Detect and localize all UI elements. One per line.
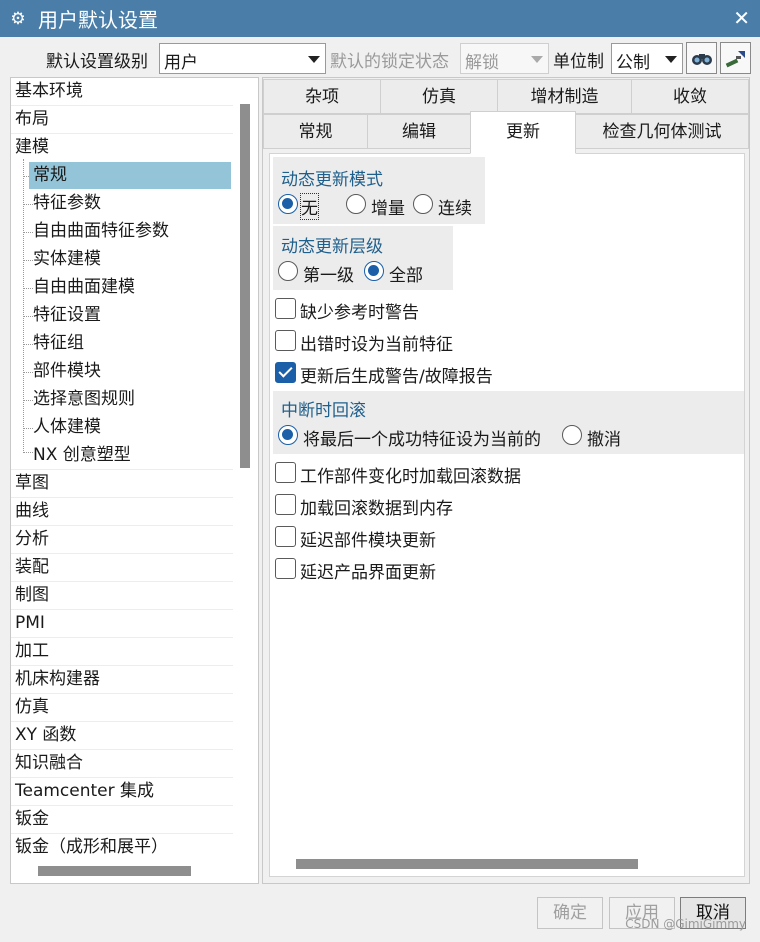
window-title: 用户默认设置 (38, 8, 158, 32)
dynamic-level-title: 动态更新层级 (281, 237, 383, 257)
rollback-title: 中断时回滚 (281, 401, 366, 421)
dynamic-mode-none-label: 无 (300, 193, 319, 220)
load-rollback-on-change-checkbox[interactable] (275, 462, 296, 483)
generate-report-checkbox[interactable] (275, 362, 296, 383)
tab-update[interactable]: 更新 (470, 111, 576, 154)
rollback-group: 中断时回滚 将最后一个成功特征设为当前的 撤消 (273, 391, 744, 454)
dynamic-mode-incremental-label: 增量 (371, 199, 405, 219)
tools-icon (725, 51, 745, 68)
settings-toolbar: 默认设置级别 用户 默认的锁定状态 解锁 单位制 公制 (0, 42, 760, 74)
dynamic-mode-incremental-radio[interactable] (346, 194, 366, 214)
lock-select[interactable]: 解锁 (460, 43, 549, 74)
tree-item-feature-group[interactable]: 特征组 (29, 330, 231, 357)
lock-select-value: 解锁 (465, 53, 499, 73)
tab-misc[interactable]: 杂项 (263, 79, 381, 114)
tree-item-feature-settings[interactable]: 特征设置 (29, 302, 231, 329)
tree-item-part-module[interactable]: 部件模块 (29, 358, 231, 385)
generate-report-label: 更新后生成警告/故障报告 (300, 367, 493, 387)
tree-item-manufacturing[interactable]: 加工 (11, 638, 233, 665)
set-current-on-error-label: 出错时设为当前特征 (300, 335, 453, 355)
level-select-value: 用户 (164, 53, 198, 73)
chevron-down-icon (665, 56, 677, 63)
delay-part-module-update-checkbox[interactable] (275, 526, 296, 547)
binoculars-icon (691, 54, 712, 65)
watermark: CSDN @GimiGimmy (625, 917, 746, 931)
tree-item-simulation[interactable]: 仿真 (11, 694, 233, 721)
tab-edit[interactable]: 编辑 (367, 114, 471, 149)
load-rollback-to-memory-label: 加载回滚数据到内存 (300, 499, 453, 519)
tree-item-analysis[interactable]: 分析 (11, 526, 233, 553)
ok-button[interactable]: 确定 (537, 897, 603, 929)
gear-icon: ⚙ (10, 8, 26, 29)
tree-item-basic-env[interactable]: 基本环境 (11, 78, 233, 105)
dynamic-mode-continuous-label: 连续 (438, 199, 472, 219)
tree-item-sheet-metal-form[interactable]: 钣金（成形和展平） (11, 834, 233, 861)
tree-item-freeform-modeling[interactable]: 自由曲面建模 (29, 274, 231, 301)
tree-item-sheet-metal[interactable]: 钣金 (11, 806, 233, 833)
dynamic-level-all-label: 全部 (389, 266, 423, 286)
update-tab-content: 动态更新模式 无 增量 连续 动态更新层级 第一级 全部 缺少参考时警告 出错时… (269, 153, 745, 877)
rollback-undo-label: 撤消 (587, 430, 621, 450)
load-rollback-on-change-label: 工作部件变化时加载回滚数据 (300, 467, 521, 487)
set-current-on-error-checkbox[interactable] (275, 330, 296, 351)
unit-select[interactable]: 公制 (611, 43, 683, 74)
tab-geometry-check[interactable]: 检查几何体测试 (575, 114, 749, 149)
tree-item-knowledge-fusion[interactable]: 知识融合 (11, 750, 233, 777)
title-bar: ⚙ 用户默认设置 ✕ (0, 0, 760, 37)
tree-item-machine-builder[interactable]: 机床构建器 (11, 666, 233, 693)
tree-item-solid-modeling[interactable]: 实体建模 (29, 246, 231, 273)
tree-item-curve[interactable]: 曲线 (11, 498, 233, 525)
close-icon[interactable]: ✕ (733, 6, 750, 30)
tree-item-layout[interactable]: 布局 (11, 106, 233, 133)
dynamic-level-all-radio[interactable] (364, 261, 384, 281)
tree-item-nx-realize-shape[interactable]: NX 创意塑型 (29, 442, 231, 469)
rollback-set-current-radio[interactable] (278, 425, 298, 445)
dynamic-level-first-label: 第一级 (303, 266, 354, 286)
tree-item-feature-params[interactable]: 特征参数 (29, 190, 231, 217)
unit-label: 单位制 (553, 52, 604, 72)
chevron-down-icon (531, 56, 543, 63)
warn-missing-ref-checkbox[interactable] (275, 298, 296, 319)
delay-product-interface-update-label: 延迟产品界面更新 (300, 563, 436, 583)
rollback-undo-radio[interactable] (562, 425, 582, 445)
content-horizontal-scrollbar[interactable] (296, 859, 638, 869)
lock-label: 默认的锁定状态 (330, 52, 449, 72)
delay-part-module-update-label: 延迟部件模块更新 (300, 531, 436, 551)
dynamic-mode-continuous-radio[interactable] (413, 194, 433, 214)
dynamic-level-group: 动态更新层级 第一级 全部 (273, 226, 453, 290)
tree-item-human-modeling[interactable]: 人体建模 (29, 414, 231, 441)
delay-product-interface-update-checkbox[interactable] (275, 558, 296, 579)
load-rollback-to-memory-checkbox[interactable] (275, 494, 296, 515)
unit-select-value: 公制 (616, 53, 650, 73)
tree-item-modeling[interactable]: 建模 (11, 134, 233, 161)
rollback-set-current-label: 将最后一个成功特征设为当前的 (303, 430, 541, 450)
dynamic-mode-none-radio[interactable] (278, 194, 298, 214)
warn-missing-ref-label: 缺少参考时警告 (300, 303, 419, 323)
manage-defaults-button[interactable] (720, 42, 751, 74)
tree-item-drafting[interactable]: 制图 (11, 582, 233, 609)
tree-item-teamcenter[interactable]: Teamcenter 集成 (11, 778, 233, 805)
chevron-down-icon (308, 56, 320, 63)
settings-panel: 杂项 仿真 增材制造 收敛 常规 编辑 更新 检查几何体测试 动态更新模式 无 … (262, 77, 750, 884)
tree-item-assembly[interactable]: 装配 (11, 554, 233, 581)
tree-item-xy-function[interactable]: XY 函数 (11, 722, 233, 749)
tab-additive[interactable]: 增材制造 (497, 79, 632, 114)
level-label: 默认设置级别 (46, 52, 148, 72)
dynamic-mode-title: 动态更新模式 (281, 170, 383, 190)
tree-item-selection-intent[interactable]: 选择意图规则 (29, 386, 231, 413)
tree-item-freeform-feature-params[interactable]: 自由曲面特征参数 (29, 218, 231, 245)
tree-item-sketch[interactable]: 草图 (11, 470, 233, 497)
category-tree[interactable]: 基本环境 布局 建模 常规 特征参数 自由曲面特征参数 实体建模 自由曲面建模 … (10, 77, 259, 884)
tab-simulation[interactable]: 仿真 (380, 79, 498, 114)
dynamic-mode-group: 动态更新模式 无 增量 连续 (273, 157, 485, 224)
dynamic-level-first-radio[interactable] (278, 261, 298, 281)
tree-horizontal-scrollbar[interactable] (38, 866, 191, 876)
find-default-button[interactable] (686, 42, 717, 74)
tab-convergent[interactable]: 收敛 (631, 79, 749, 114)
tree-item-general[interactable]: 常规 (29, 162, 231, 189)
tab-general[interactable]: 常规 (263, 114, 368, 149)
tree-item-pmi[interactable]: PMI (11, 610, 233, 637)
tree-vertical-scrollbar[interactable] (240, 104, 250, 468)
level-select[interactable]: 用户 (159, 43, 326, 74)
